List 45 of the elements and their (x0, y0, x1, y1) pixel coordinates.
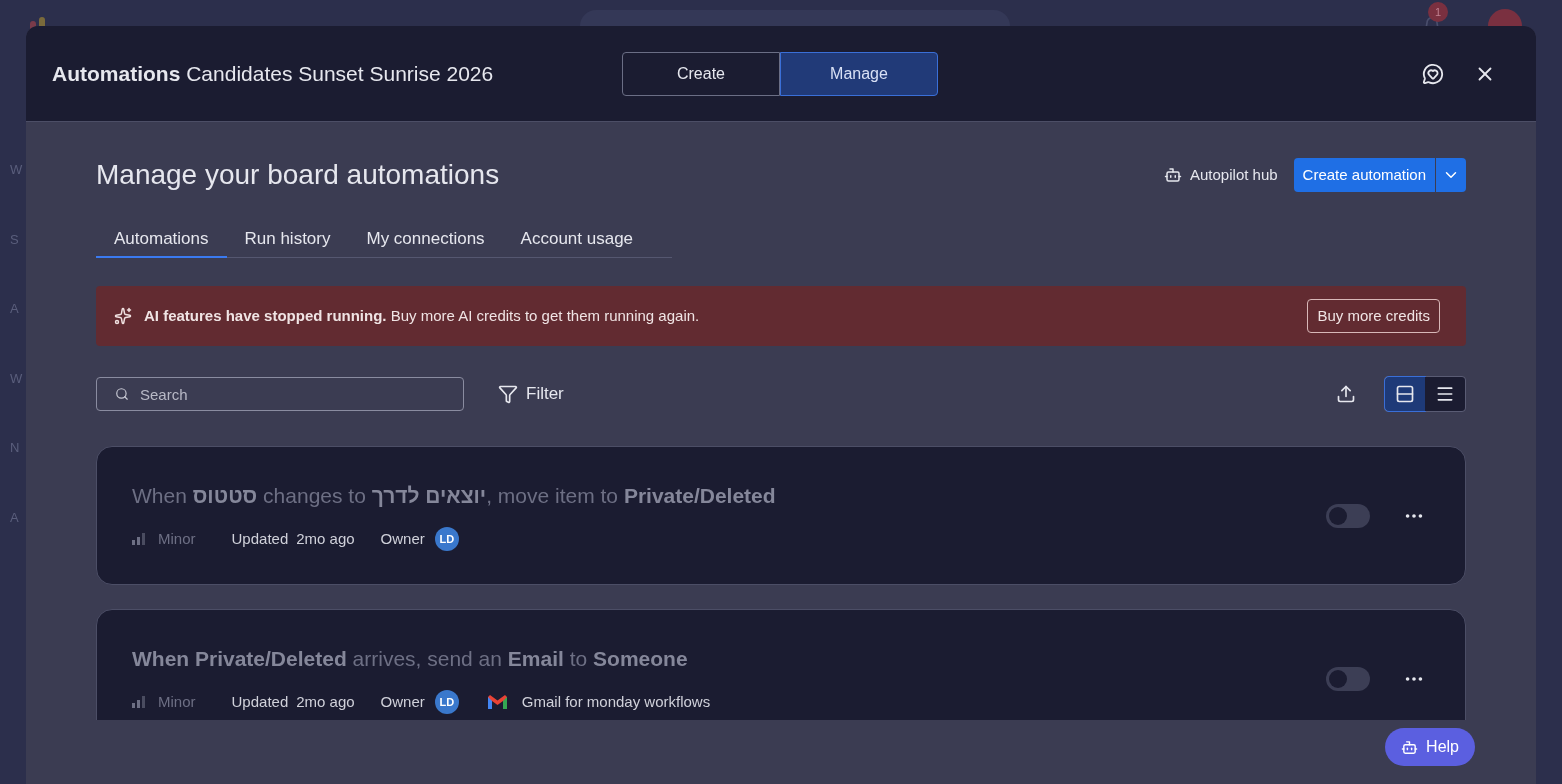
robot-icon (1401, 738, 1419, 756)
owner-label: Owner (380, 529, 425, 549)
filter-icon (498, 384, 518, 404)
mail-icon (486, 694, 508, 711)
list-view-icon (1435, 384, 1455, 404)
mode-tab[interactable]: Manage (780, 51, 938, 96)
tab[interactable]: Run history (226, 222, 349, 258)
buy-credits-button[interactable]: Buy more credits (1307, 299, 1440, 333)
priority-label: Minor (158, 692, 196, 712)
priority-label: Minor (158, 529, 196, 549)
tab[interactable]: Account usage (502, 222, 652, 258)
create-automation-button[interactable]: Create automation (1293, 158, 1435, 192)
updated-label: Updated (231, 529, 289, 549)
updated-label: Updated (231, 692, 289, 712)
mode-tab[interactable]: Create (622, 51, 780, 96)
toggle-switch[interactable] (1326, 666, 1370, 691)
tab[interactable]: Automations (96, 222, 227, 258)
tab[interactable]: My connections (348, 222, 503, 258)
automation-title: When Private/Deleted arrives, send an Email to Someone (132, 645, 689, 672)
updated-time: 2mo ago (296, 529, 355, 549)
automation-card[interactable]: When Private/Deleted arrives, send an Email to Someone Minor Updated 2mo ago Owner LD Gmail for monday workflows (96, 609, 1466, 720)
view-toggle[interactable] (1385, 377, 1425, 411)
export-icon[interactable] (1336, 384, 1356, 404)
autopilot-hub-button[interactable]: Autopilot hub (1156, 158, 1286, 192)
robot-icon (1164, 166, 1182, 184)
priority-icon (132, 696, 146, 709)
search-icon (115, 387, 129, 401)
owner-avatar: LD (434, 527, 459, 552)
search-field[interactable]: Search (96, 377, 464, 411)
help-button[interactable]: Help (1385, 728, 1475, 766)
page-heading: Manage your board automations (96, 158, 500, 192)
sparkle-icon (114, 307, 132, 325)
modal-title: Automations Candidates Sunset Sunrise 2026 (52, 60, 495, 87)
owner-avatar: LD (434, 690, 459, 715)
cards-view-icon (1395, 384, 1415, 404)
filter-button[interactable]: Filter (498, 381, 564, 407)
notification-badge: 1 (1428, 2, 1448, 22)
updated-time: 2mo ago (296, 692, 355, 712)
priority-icon (132, 533, 146, 546)
feedback-icon[interactable] (1422, 62, 1444, 85)
toggle-switch[interactable] (1326, 503, 1370, 528)
integration-label: Gmail for monday workflows (521, 692, 711, 712)
view-toggle[interactable] (1425, 377, 1465, 411)
banner-message: AI features have stopped running. Buy more AI credits to get them running again. (144, 305, 700, 326)
owner-label: Owner (380, 692, 425, 712)
